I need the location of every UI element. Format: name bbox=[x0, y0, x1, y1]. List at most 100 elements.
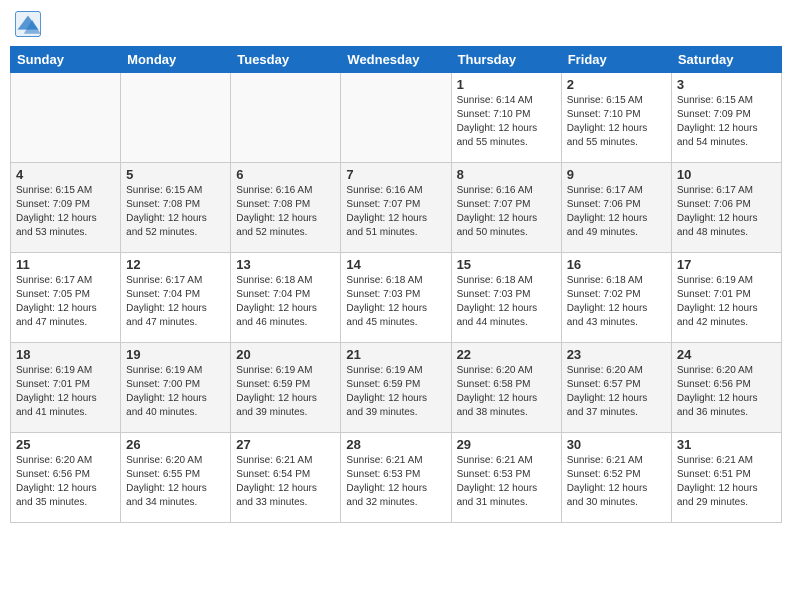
day-number: 12 bbox=[126, 257, 225, 272]
day-info: Sunrise: 6:17 AM Sunset: 7:06 PM Dayligh… bbox=[677, 184, 776, 240]
calendar-cell: 28 Sunrise: 6:21 AM Sunset: 6:53 PM Dayli… bbox=[341, 433, 451, 523]
calendar-cell: 5 Sunrise: 6:15 AM Sunset: 7:08 PM Daylig… bbox=[121, 163, 231, 253]
day-info: Sunrise: 6:21 AM Sunset: 6:51 PM Dayligh… bbox=[677, 454, 776, 510]
calendar-cell: 13 Sunrise: 6:18 AM Sunset: 7:04 PM Dayli… bbox=[231, 253, 341, 343]
calendar-cell: 24 Sunrise: 6:20 AM Sunset: 6:56 PM Dayli… bbox=[671, 343, 781, 433]
day-number: 27 bbox=[236, 437, 335, 452]
day-info: Sunrise: 6:15 AM Sunset: 7:09 PM Dayligh… bbox=[677, 94, 776, 150]
calendar-cell: 26 Sunrise: 6:20 AM Sunset: 6:55 PM Dayli… bbox=[121, 433, 231, 523]
weekday-header: Saturday bbox=[671, 47, 781, 73]
calendar-cell: 7 Sunrise: 6:16 AM Sunset: 7:07 PM Daylig… bbox=[341, 163, 451, 253]
day-info: Sunrise: 6:21 AM Sunset: 6:53 PM Dayligh… bbox=[457, 454, 556, 510]
day-number: 4 bbox=[16, 167, 115, 182]
calendar-week-row: 4 Sunrise: 6:15 AM Sunset: 7:09 PM Daylig… bbox=[11, 163, 782, 253]
page-header bbox=[10, 10, 782, 38]
calendar-cell: 30Sunrise: 6:21 AM Sunset: 6:52 PM Dayli… bbox=[561, 433, 671, 523]
day-number: 1 bbox=[457, 77, 556, 92]
calendar-cell: 4 Sunrise: 6:15 AM Sunset: 7:09 PM Daylig… bbox=[11, 163, 121, 253]
day-info: Sunrise: 6:16 AM Sunset: 7:07 PM Dayligh… bbox=[346, 184, 445, 240]
calendar-cell: 22 Sunrise: 6:20 AM Sunset: 6:58 PM Dayli… bbox=[451, 343, 561, 433]
calendar-week-row: 25 Sunrise: 6:20 AM Sunset: 6:56 PM Dayli… bbox=[11, 433, 782, 523]
day-info: Sunrise: 6:19 AM Sunset: 7:01 PM Dayligh… bbox=[16, 364, 115, 420]
day-info: Sunrise: 6:17 AM Sunset: 7:06 PM Dayligh… bbox=[567, 184, 666, 240]
day-number: 23 bbox=[567, 347, 666, 362]
logo bbox=[14, 10, 46, 38]
day-info: Sunrise: 6:18 AM Sunset: 7:02 PM Dayligh… bbox=[567, 274, 666, 330]
weekday-header: Wednesday bbox=[341, 47, 451, 73]
calendar-cell: 2 Sunrise: 6:15 AM Sunset: 7:10 PM Daylig… bbox=[561, 73, 671, 163]
day-number: 10 bbox=[677, 167, 776, 182]
calendar-cell bbox=[341, 73, 451, 163]
day-info: Sunrise: 6:19 AM Sunset: 7:00 PM Dayligh… bbox=[126, 364, 225, 420]
calendar-cell: 9 Sunrise: 6:17 AM Sunset: 7:06 PM Daylig… bbox=[561, 163, 671, 253]
day-number: 21 bbox=[346, 347, 445, 362]
day-info: Sunrise: 6:15 AM Sunset: 7:09 PM Dayligh… bbox=[16, 184, 115, 240]
calendar-cell bbox=[11, 73, 121, 163]
calendar-cell: 21 Sunrise: 6:19 AM Sunset: 6:59 PM Dayli… bbox=[341, 343, 451, 433]
day-number: 7 bbox=[346, 167, 445, 182]
weekday-header: Tuesday bbox=[231, 47, 341, 73]
day-number: 9 bbox=[567, 167, 666, 182]
day-number: 3 bbox=[677, 77, 776, 92]
day-number: 26 bbox=[126, 437, 225, 452]
day-number: 8 bbox=[457, 167, 556, 182]
calendar-cell: 15 Sunrise: 6:18 AM Sunset: 7:03 PM Dayli… bbox=[451, 253, 561, 343]
day-info: Sunrise: 6:15 AM Sunset: 7:10 PM Dayligh… bbox=[567, 94, 666, 150]
day-number: 11 bbox=[16, 257, 115, 272]
day-number: 17 bbox=[677, 257, 776, 272]
day-info: Sunrise: 6:18 AM Sunset: 7:03 PM Dayligh… bbox=[346, 274, 445, 330]
day-info: Sunrise: 6:21 AM Sunset: 6:53 PM Dayligh… bbox=[346, 454, 445, 510]
calendar-cell: 20Sunrise: 6:19 AM Sunset: 6:59 PM Dayli… bbox=[231, 343, 341, 433]
day-number: 25 bbox=[16, 437, 115, 452]
day-info: Sunrise: 6:17 AM Sunset: 7:05 PM Dayligh… bbox=[16, 274, 115, 330]
day-number: 31 bbox=[677, 437, 776, 452]
day-info: Sunrise: 6:19 AM Sunset: 6:59 PM Dayligh… bbox=[236, 364, 335, 420]
day-number: 13 bbox=[236, 257, 335, 272]
calendar-cell bbox=[231, 73, 341, 163]
weekday-header: Thursday bbox=[451, 47, 561, 73]
calendar-header-row: SundayMondayTuesdayWednesdayThursdayFrid… bbox=[11, 47, 782, 73]
day-info: Sunrise: 6:18 AM Sunset: 7:04 PM Dayligh… bbox=[236, 274, 335, 330]
calendar-cell: 11 Sunrise: 6:17 AM Sunset: 7:05 PM Dayli… bbox=[11, 253, 121, 343]
calendar-cell: 8 Sunrise: 6:16 AM Sunset: 7:07 PM Daylig… bbox=[451, 163, 561, 253]
day-number: 28 bbox=[346, 437, 445, 452]
day-info: Sunrise: 6:20 AM Sunset: 6:55 PM Dayligh… bbox=[126, 454, 225, 510]
calendar-week-row: 18 Sunrise: 6:19 AM Sunset: 7:01 PM Dayli… bbox=[11, 343, 782, 433]
calendar-cell: 25 Sunrise: 6:20 AM Sunset: 6:56 PM Dayli… bbox=[11, 433, 121, 523]
day-number: 22 bbox=[457, 347, 556, 362]
calendar-cell: 10 Sunrise: 6:17 AM Sunset: 7:06 PM Dayli… bbox=[671, 163, 781, 253]
weekday-header: Friday bbox=[561, 47, 671, 73]
day-info: Sunrise: 6:20 AM Sunset: 6:56 PM Dayligh… bbox=[677, 364, 776, 420]
weekday-header: Monday bbox=[121, 47, 231, 73]
day-info: Sunrise: 6:16 AM Sunset: 7:08 PM Dayligh… bbox=[236, 184, 335, 240]
calendar-cell: 19Sunrise: 6:19 AM Sunset: 7:00 PM Dayli… bbox=[121, 343, 231, 433]
day-info: Sunrise: 6:21 AM Sunset: 6:52 PM Dayligh… bbox=[567, 454, 666, 510]
calendar-cell: 18 Sunrise: 6:19 AM Sunset: 7:01 PM Dayli… bbox=[11, 343, 121, 433]
day-info: Sunrise: 6:16 AM Sunset: 7:07 PM Dayligh… bbox=[457, 184, 556, 240]
day-number: 5 bbox=[126, 167, 225, 182]
calendar-cell: 14 Sunrise: 6:18 AM Sunset: 7:03 PM Dayli… bbox=[341, 253, 451, 343]
day-info: Sunrise: 6:18 AM Sunset: 7:03 PM Dayligh… bbox=[457, 274, 556, 330]
day-info: Sunrise: 6:14 AM Sunset: 7:10 PM Dayligh… bbox=[457, 94, 556, 150]
calendar-cell: 6Sunrise: 6:16 AM Sunset: 7:08 PM Daylig… bbox=[231, 163, 341, 253]
day-info: Sunrise: 6:19 AM Sunset: 6:59 PM Dayligh… bbox=[346, 364, 445, 420]
day-info: Sunrise: 6:21 AM Sunset: 6:54 PM Dayligh… bbox=[236, 454, 335, 510]
day-number: 24 bbox=[677, 347, 776, 362]
day-number: 18 bbox=[16, 347, 115, 362]
calendar-cell: 31 Sunrise: 6:21 AM Sunset: 6:51 PM Dayli… bbox=[671, 433, 781, 523]
day-info: Sunrise: 6:20 AM Sunset: 6:57 PM Dayligh… bbox=[567, 364, 666, 420]
calendar-cell: 23 Sunrise: 6:20 AM Sunset: 6:57 PM Dayli… bbox=[561, 343, 671, 433]
calendar-cell: 1 Sunrise: 6:14 AM Sunset: 7:10 PM Daylig… bbox=[451, 73, 561, 163]
day-number: 14 bbox=[346, 257, 445, 272]
day-info: Sunrise: 6:20 AM Sunset: 6:56 PM Dayligh… bbox=[16, 454, 115, 510]
day-number: 15 bbox=[457, 257, 556, 272]
calendar-cell: 12Sunrise: 6:17 AM Sunset: 7:04 PM Dayli… bbox=[121, 253, 231, 343]
calendar-cell: 16 Sunrise: 6:18 AM Sunset: 7:02 PM Dayli… bbox=[561, 253, 671, 343]
day-info: Sunrise: 6:15 AM Sunset: 7:08 PM Dayligh… bbox=[126, 184, 225, 240]
day-info: Sunrise: 6:20 AM Sunset: 6:58 PM Dayligh… bbox=[457, 364, 556, 420]
calendar-cell bbox=[121, 73, 231, 163]
day-number: 2 bbox=[567, 77, 666, 92]
calendar-table: SundayMondayTuesdayWednesdayThursdayFrid… bbox=[10, 46, 782, 523]
day-info: Sunrise: 6:19 AM Sunset: 7:01 PM Dayligh… bbox=[677, 274, 776, 330]
day-number: 16 bbox=[567, 257, 666, 272]
